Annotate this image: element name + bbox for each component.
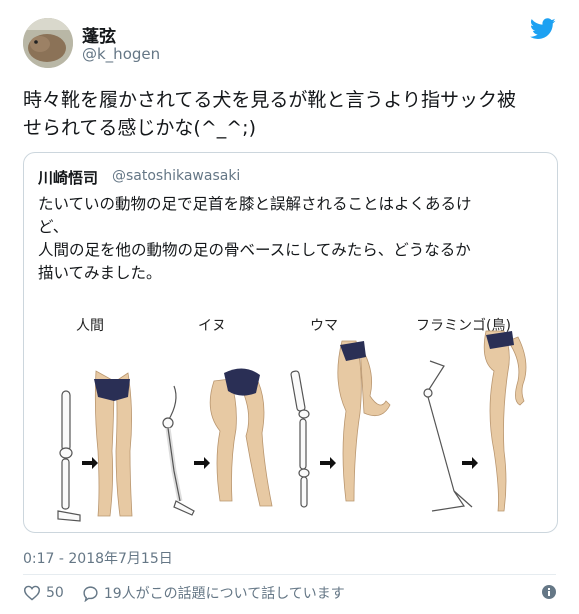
tweet-line: 時々靴を履かされてる犬を見るが靴と言うより指サック被	[23, 89, 517, 111]
arrow-icon	[462, 457, 478, 469]
divider	[23, 574, 556, 575]
like-count: 50	[46, 585, 64, 601]
quoted-line: 描いてみました。	[38, 264, 162, 282]
human-legs	[94, 370, 133, 517]
conversation-link[interactable]: 19人がこの話題について話しています	[82, 583, 345, 603]
quoted-line: たいていの動物の足で足首を膝と誤解されることはよくあるけ	[38, 195, 472, 213]
quoted-author-name: 川崎悟司	[38, 169, 99, 187]
avatar[interactable]	[23, 18, 73, 68]
quoted-author-handle: @satoshikawasaki	[112, 168, 241, 184]
conversation-text: 19人がこの話題について話しています	[103, 586, 345, 602]
tweet-timestamp[interactable]: 0:17 - 2018年7月15日	[23, 548, 173, 568]
info-icon[interactable]	[541, 584, 557, 600]
dog-skeleton	[162, 385, 195, 516]
tweet-text: 時々靴を履かされてる犬を見るが靴と言うより指サック被 せられてる感じかな(^_^…	[23, 86, 563, 142]
quoted-text: たいていの動物の足で足首を膝と誤解されることはよくあるけ ど、 人間の足を他の動…	[38, 193, 548, 285]
author-handle[interactable]: @k_hogen	[82, 45, 160, 63]
flamingo-legs	[483, 330, 527, 512]
horse-skeleton	[290, 370, 310, 508]
like-button[interactable]: 50	[23, 585, 64, 601]
arrow-icon	[320, 457, 336, 469]
heart-icon	[23, 585, 41, 601]
arrow-icon	[194, 457, 210, 469]
tweet-actions: 50 19人がこの話題について話しています	[23, 582, 363, 604]
tweet-line: せられてる感じかな(^_^;)	[23, 117, 256, 139]
twitter-bird-icon[interactable]	[530, 18, 556, 40]
arrow-icon	[82, 457, 98, 469]
quoted-line: 人間の足を他の動物の足の骨ベースにしてみたら、どうなるか	[38, 241, 471, 259]
flamingo-skeleton	[423, 360, 473, 512]
quoted-tweet[interactable]: 川崎悟司 @satoshikawasaki たいていの動物の足で足首を膝と誤解さ…	[23, 152, 558, 533]
leg-comparison-illustration[interactable]: 人間 イヌ ウマ フラミンゴ(鳥)	[24, 301, 557, 531]
horse-legs	[337, 340, 391, 502]
comment-icon	[83, 585, 98, 602]
dog-legs	[209, 368, 273, 507]
author-name[interactable]: 蓬弦	[82, 22, 116, 47]
quoted-line: ど、	[38, 218, 69, 236]
human-skeleton	[57, 390, 81, 522]
